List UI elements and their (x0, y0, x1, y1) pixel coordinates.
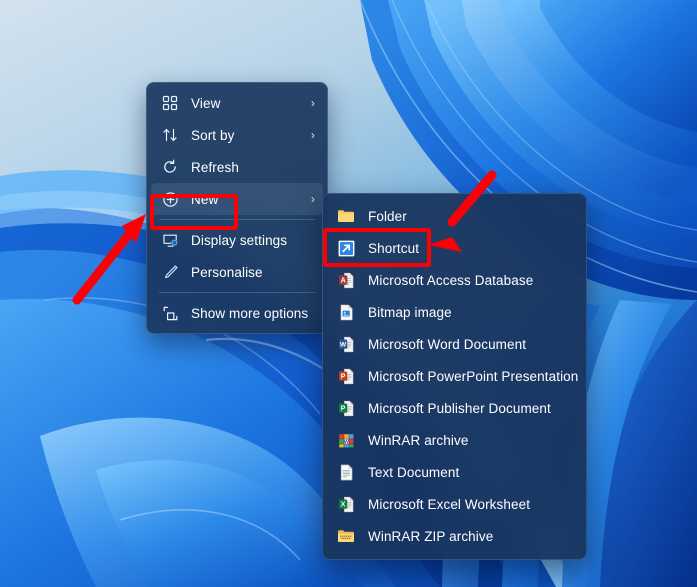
submenu-item-label: Microsoft PowerPoint Presentation (368, 368, 579, 384)
submenu-item-label: Microsoft Access Database (368, 272, 534, 288)
menu-item-view[interactable]: View › (151, 87, 323, 119)
submenu-item-publisher-document[interactable]: P Microsoft Publisher Document (328, 392, 581, 424)
chevron-right-icon: › (310, 96, 315, 110)
submenu-item-label: Microsoft Excel Worksheet (368, 496, 531, 512)
winrar-archive-icon: W (337, 431, 355, 449)
submenu-item-bitmap-image[interactable]: Bitmap image (328, 296, 581, 328)
menu-item-refresh[interactable]: Refresh (151, 151, 323, 183)
monitor-settings-icon (161, 231, 179, 249)
word-document-icon: W (337, 335, 355, 353)
sort-arrows-icon (161, 126, 179, 144)
svg-text:P: P (340, 373, 345, 380)
menu-item-personalise[interactable]: Personalise (151, 256, 323, 288)
submenu-item-label: Shortcut (368, 240, 420, 256)
submenu-item-folder[interactable]: Folder (328, 200, 581, 232)
folder-icon (337, 207, 355, 225)
menu-item-show-more-options[interactable]: Show more options (151, 297, 323, 329)
chevron-right-icon: › (310, 128, 315, 142)
svg-text:W: W (339, 341, 346, 348)
submenu-item-winrar-archive[interactable]: W WinRAR archive (328, 424, 581, 456)
submenu-item-word-document[interactable]: W Microsoft Word Document (328, 328, 581, 360)
menu-separator (159, 219, 315, 220)
submenu-item-label: Microsoft Word Document (368, 336, 527, 352)
svg-text:W: W (343, 439, 349, 445)
submenu-item-text-document[interactable]: Text Document (328, 456, 581, 488)
paintbrush-icon (161, 263, 179, 281)
chevron-right-icon: › (310, 192, 315, 206)
submenu-item-label: WinRAR ZIP archive (368, 528, 494, 544)
submenu-item-label: Bitmap image (368, 304, 452, 320)
svg-text:P: P (340, 405, 345, 412)
powerpoint-presentation-icon: P (337, 367, 355, 385)
svg-text:A: A (340, 275, 345, 284)
publisher-document-icon: P (337, 399, 355, 417)
menu-item-display-settings[interactable]: Display settings (151, 224, 323, 256)
excel-worksheet-icon: X (337, 495, 355, 513)
submenu-item-powerpoint-presentation[interactable]: P Microsoft PowerPoint Presentation (328, 360, 581, 392)
menu-item-label: Display settings (191, 232, 288, 248)
winrar-zip-archive-icon (337, 527, 355, 545)
refresh-icon (161, 158, 179, 176)
access-database-icon: A (337, 271, 355, 289)
submenu-item-access-database[interactable]: A Microsoft Access Database (328, 264, 581, 296)
menu-item-label: View (191, 95, 221, 111)
text-document-icon (337, 463, 355, 481)
desktop-context-menu[interactable]: View › Sort by › Refresh New › Display s… (146, 82, 328, 334)
new-submenu[interactable]: Folder Shortcut A Microsoft Access Datab… (322, 193, 587, 560)
menu-item-label: New (191, 191, 219, 207)
menu-item-sort-by[interactable]: Sort by › (151, 119, 323, 151)
grid-view-icon (161, 94, 179, 112)
submenu-item-label: Folder (368, 208, 407, 224)
menu-item-new[interactable]: New › (151, 183, 323, 215)
submenu-item-winrar-zip-archive[interactable]: WinRAR ZIP archive (328, 520, 581, 552)
menu-item-label: Show more options (191, 305, 309, 321)
desktop: View › Sort by › Refresh New › Display s… (0, 0, 697, 587)
menu-separator (159, 292, 315, 293)
submenu-item-label: Text Document (368, 464, 460, 480)
shortcut-arrow-icon (337, 239, 355, 257)
submenu-item-excel-worksheet[interactable]: X Microsoft Excel Worksheet (328, 488, 581, 520)
bitmap-image-icon (337, 303, 355, 321)
submenu-item-label: WinRAR archive (368, 432, 469, 448)
menu-item-label: Refresh (191, 159, 239, 175)
menu-item-label: Sort by (191, 127, 235, 143)
expand-options-icon (161, 304, 179, 322)
plus-circle-icon (161, 190, 179, 208)
svg-text:X: X (340, 501, 345, 508)
submenu-item-shortcut[interactable]: Shortcut (328, 232, 581, 264)
menu-item-label: Personalise (191, 264, 263, 280)
submenu-item-label: Microsoft Publisher Document (368, 400, 551, 416)
